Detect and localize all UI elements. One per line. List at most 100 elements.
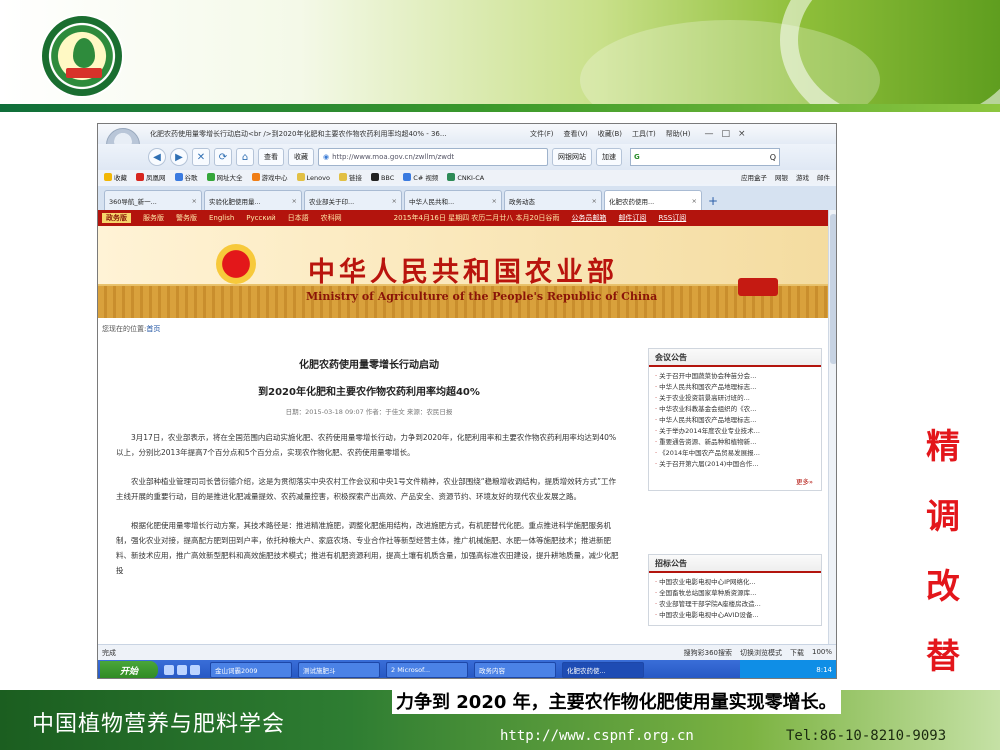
close-tab-icon[interactable]: × [292,197,297,205]
list-item[interactable]: 关于举办2014年度农业专业技术... [655,426,815,437]
vertical-scrollbar[interactable] [828,210,836,644]
favorites-button[interactable]: 收藏 [288,148,314,166]
article-meta: 日期：2015-03-18 09:07 作者：于佳文 来源：农民日报 [285,408,453,416]
list-item[interactable]: 重要通告资源、新品种和植物新... [655,437,815,448]
menu-favorites[interactable]: 收藏(B) [598,129,622,139]
link-subscribe[interactable]: 邮件订阅 [618,213,646,223]
list-item[interactable]: 中华人民共和国农产品地理标志... [655,415,815,426]
tender-box-title: 招标公告 [649,555,821,573]
nav-japanese[interactable]: 日本語 [288,213,309,223]
forward-button[interactable]: ▶ [170,148,188,166]
mail-button[interactable]: 邮件 [817,172,830,182]
status-text: 完成 [102,648,116,657]
site-icon [174,173,183,181]
bank-button[interactable]: 网银 [775,172,788,182]
star-icon [104,173,112,181]
nav-english[interactable]: English [209,214,234,222]
taskbar-item[interactable]: 测试施肥斗 [298,662,380,678]
taskbar-item[interactable]: 化肥农药使... [562,662,644,678]
minimize-button[interactable]: — [705,129,714,139]
close-tab-icon[interactable]: × [192,197,197,205]
tender-box: 招标公告 中国农业电影电视中心IP网络化... 全国畜牧总站国家草种质资源库..… [648,554,822,626]
tab-government-news[interactable]: 政务动态 × [504,190,602,210]
list-item[interactable]: 《2014年中国农产品贸易发展报... [655,448,815,459]
close-tab-icon[interactable]: × [592,197,597,205]
fav-item[interactable]: 谷歌 [174,172,198,182]
list-item[interactable]: 关于召开中国蔬菜协会种苗分会... [655,371,815,382]
search-go-button[interactable]: Q [770,153,776,162]
app-box-button[interactable]: 应用盒子 [741,172,767,182]
taskbar-item[interactable]: 金山词霸2009 [210,662,292,678]
list-item[interactable]: 中华人民共和国农产品地理标志... [655,382,815,393]
list-item[interactable]: 全国畜牧总站国家草种质资源库... [655,588,815,599]
list-item[interactable]: 农业部管理干部学院A座楼房改造... [655,599,815,610]
fav-item[interactable]: C# 视频 [403,172,438,182]
nav-service[interactable]: 服务版 [143,213,164,223]
history-button[interactable]: 查看 [258,148,284,166]
nav-police[interactable]: 警务版 [176,213,197,223]
list-item[interactable]: 中国农业电影电视中心AVID设备... [655,610,815,621]
close-tab-icon[interactable]: × [492,197,497,205]
address-bar[interactable]: ◉ http://www.moa.gov.cn/zwllm/zwdt [318,148,548,166]
download-button[interactable]: 下载 [790,648,804,658]
new-tab-icon[interactable]: + [704,192,722,210]
fav-item[interactable]: CNKI-CA [447,172,484,182]
list-item[interactable]: 关于农业投资前景高研讨班的... [655,393,815,404]
fav-item[interactable]: 网址大全 [206,172,243,182]
games-button[interactable]: 游戏 [796,172,809,182]
close-tab-icon[interactable]: × [392,197,397,205]
browser-toolbar: ◀ ▶ ✕ ⟳ ⌂ 查看 收藏 ◉ http://www.moa.gov.cn/… [98,144,836,170]
taskbar-item[interactable]: 政务内容 [474,662,556,678]
quick-launch-icon[interactable] [164,665,174,675]
fav-item[interactable]: 收藏 [104,172,127,182]
link-rss[interactable]: RSS订阅 [658,213,686,223]
fav-item[interactable]: Lenovo [296,172,330,182]
start-button[interactable]: 开始 [100,661,158,678]
site-shortcut-button[interactable]: 网银网站 [552,148,592,166]
list-item[interactable]: 中国农业电影电视中心IP网络化... [655,577,815,588]
fav-right-group: 应用盒子 网银 游戏 邮件 [741,172,836,182]
maximize-button[interactable]: □ [722,129,731,139]
more-link[interactable]: 更多» [649,474,821,490]
fav-item[interactable]: 游戏中心 [251,172,288,182]
site-icon [403,173,412,181]
tab-prc[interactable]: 中华人民共和... × [404,190,502,210]
scrollbar-thumb[interactable] [830,214,836,364]
search-input[interactable]: G Q [630,148,780,166]
quick-launch-icon[interactable] [190,665,200,675]
nav-russian[interactable]: Pусский [246,214,275,222]
link-mail[interactable]: 公务员邮箱 [571,213,606,223]
menu-tools[interactable]: 工具(T) [632,129,656,139]
switch-mode-button[interactable]: 切换浏览模式 [740,648,782,658]
back-button[interactable]: ◀ [148,148,166,166]
tab-fertilizer-experiment[interactable]: 实验化肥使用量... × [204,190,302,210]
nav-science[interactable]: 农科网 [321,213,342,223]
list-item[interactable]: 关于召开第六届(2014)中国合作... [655,459,815,470]
nav-government[interactable]: 政务版 [102,213,131,223]
fav-item[interactable]: 链接 [338,172,362,182]
tab-moa-notice[interactable]: 农业部关于印... × [304,190,402,210]
fav-item[interactable]: BBC [370,172,394,182]
tab-fertilizer-pesticide[interactable]: 化肥农药使用... × [604,190,702,210]
close-tab-icon[interactable]: × [692,197,697,205]
home-button[interactable]: ⌂ [236,148,254,166]
close-button[interactable]: × [738,129,746,139]
banner-title-cn: 中华人民共和国农业部 [308,257,618,288]
list-item[interactable]: 中华农业科教基金会组织的《农... [655,404,815,415]
menu-help[interactable]: 帮助(H) [666,129,691,139]
search-engine-status[interactable]: 搜狗彩360搜索 [684,648,732,658]
menu-view[interactable]: 查看(V) [564,129,588,139]
taskbar-item[interactable]: 2 Microsof... [386,662,468,678]
stop-button[interactable]: ✕ [192,148,210,166]
notice-box: 会议公告 关于召开中国蔬菜协会种苗分会... 中华人民共和国农产品地理标志...… [648,348,822,491]
breadcrumb-home[interactable]: 首页 [146,324,160,334]
article: 化肥农药使用量零增长行动启动 到2020年化肥和主要农作物农药利用率均超40% … [104,348,634,644]
fav-item[interactable]: 凤凰网 [136,172,166,182]
zoom-level[interactable]: 100% [812,648,832,658]
accelerate-button[interactable]: 加速 [596,148,622,166]
tab-360[interactable]: 360导航_新一... × [104,190,202,210]
article-paragraph: 3月17日，农业部表示，将在全国范围内启动实施化肥、农药使用量零增长行动，力争到… [116,433,617,457]
refresh-button[interactable]: ⟳ [214,148,232,166]
menu-file[interactable]: 文件(F) [530,129,554,139]
quick-launch-icon[interactable] [177,665,187,675]
